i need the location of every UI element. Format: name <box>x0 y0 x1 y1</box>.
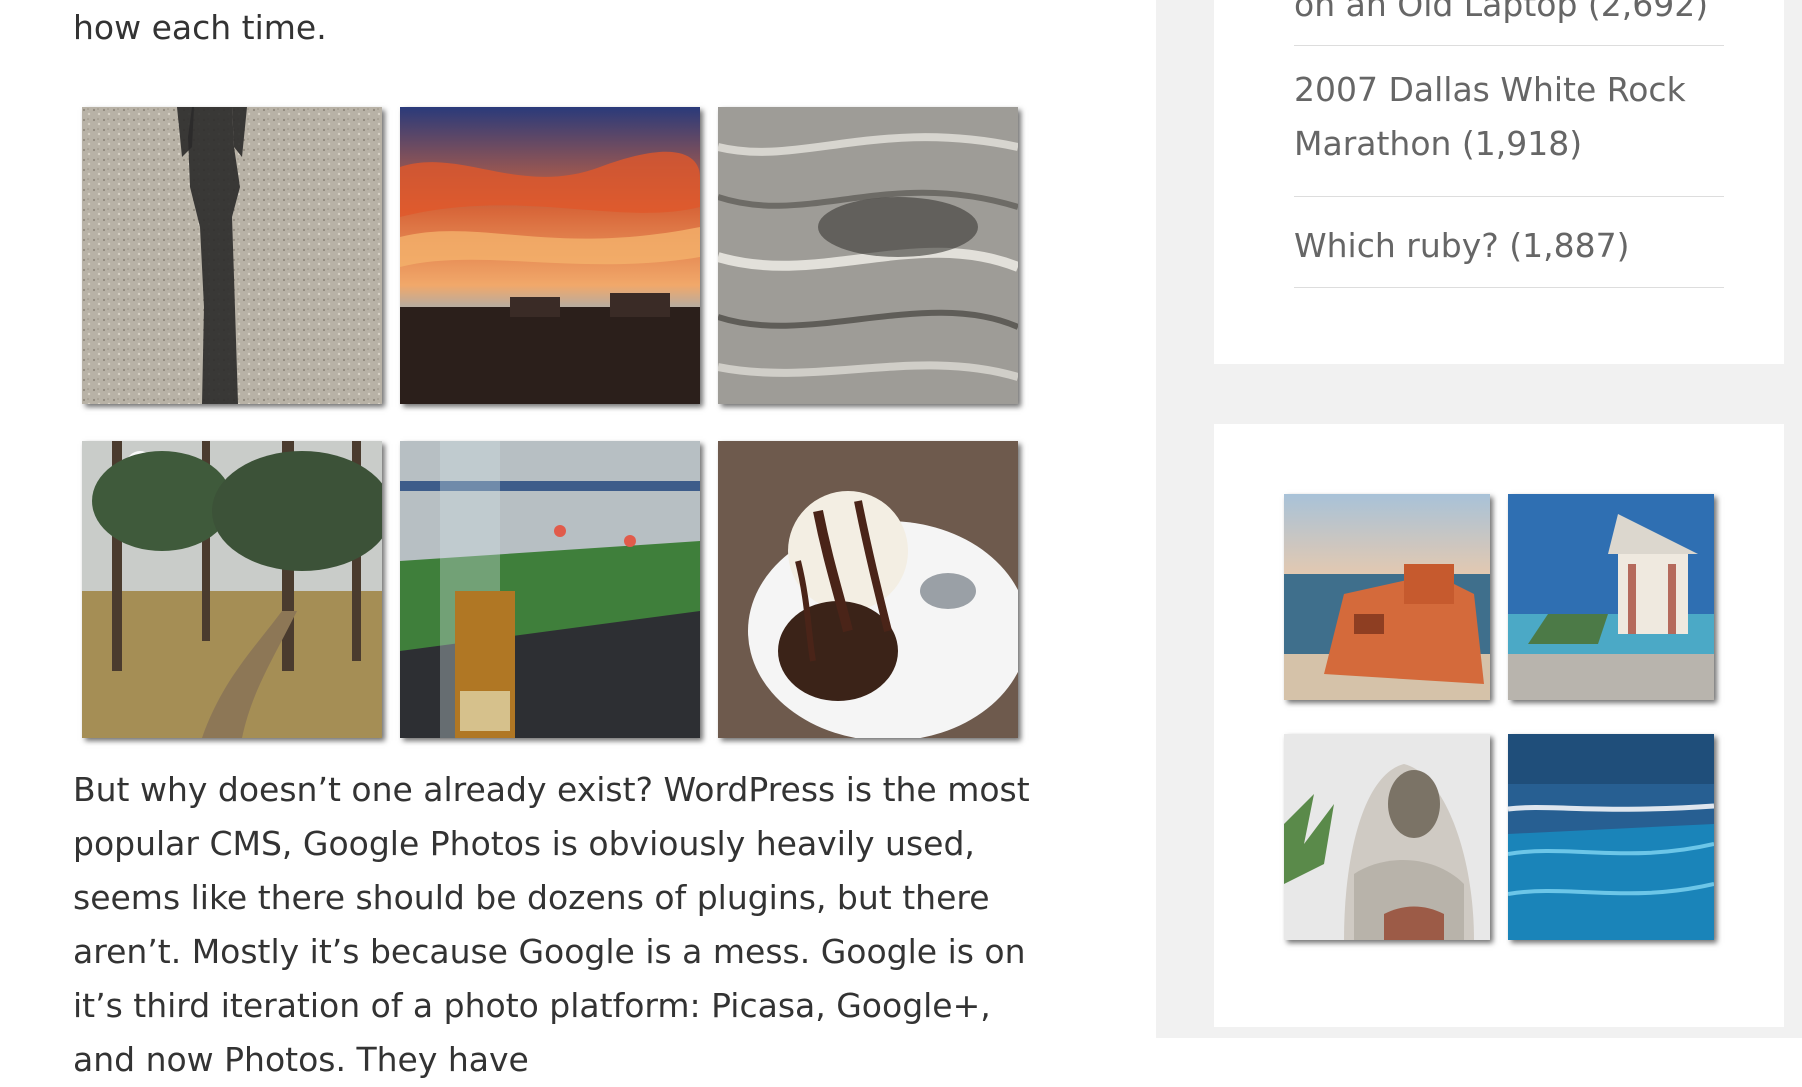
shadow-on-gravel-photo[interactable] <box>82 107 382 404</box>
ice-cream-dessert-photo[interactable] <box>718 441 1018 738</box>
orange-hotel-coast-photo[interactable] <box>1284 494 1490 700</box>
popular-post-link[interactable]: Which ruby? (1,887) <box>1294 226 1629 265</box>
indoor-soccer-beer-photo[interactable] <box>400 441 700 738</box>
intro-text: how each time. <box>73 8 327 47</box>
popular-post-item[interactable]: 2007 Dallas White Rock Marathon (1,918) <box>1294 46 1724 197</box>
popular-post-link[interactable]: on an Old Laptop (2,692) <box>1294 0 1708 24</box>
photo-gallery <box>82 107 1022 739</box>
sunset-clouds-photo[interactable] <box>400 107 700 404</box>
photo-grid-widget <box>1214 424 1784 1027</box>
popular-post-link[interactable]: 2007 Dallas White Rock Marathon (1,918) <box>1294 70 1686 163</box>
infinity-pool-photo[interactable] <box>1508 734 1714 940</box>
gazebo-boardwalk-photo[interactable] <box>1508 494 1714 700</box>
popular-post-item[interactable]: Which ruby? (1,887) <box>1294 197 1724 288</box>
popular-posts-widget: on an Old Laptop (2,692) 2007 Dallas Whi… <box>1214 0 1784 364</box>
weathered-wood-photo[interactable] <box>718 107 1018 404</box>
popular-post-item[interactable]: on an Old Laptop (2,692) <box>1294 0 1724 46</box>
hooded-statue-photo[interactable] <box>1284 734 1490 940</box>
article-paragraph: But why doesn’t one already exist? WordP… <box>73 770 1030 1079</box>
pine-forest-trail-photo[interactable] <box>82 441 382 738</box>
popular-posts-list: on an Old Laptop (2,692) 2007 Dallas Whi… <box>1294 0 1724 288</box>
main-content: how each time. But why doesn’t one alrea… <box>0 0 1156 1079</box>
